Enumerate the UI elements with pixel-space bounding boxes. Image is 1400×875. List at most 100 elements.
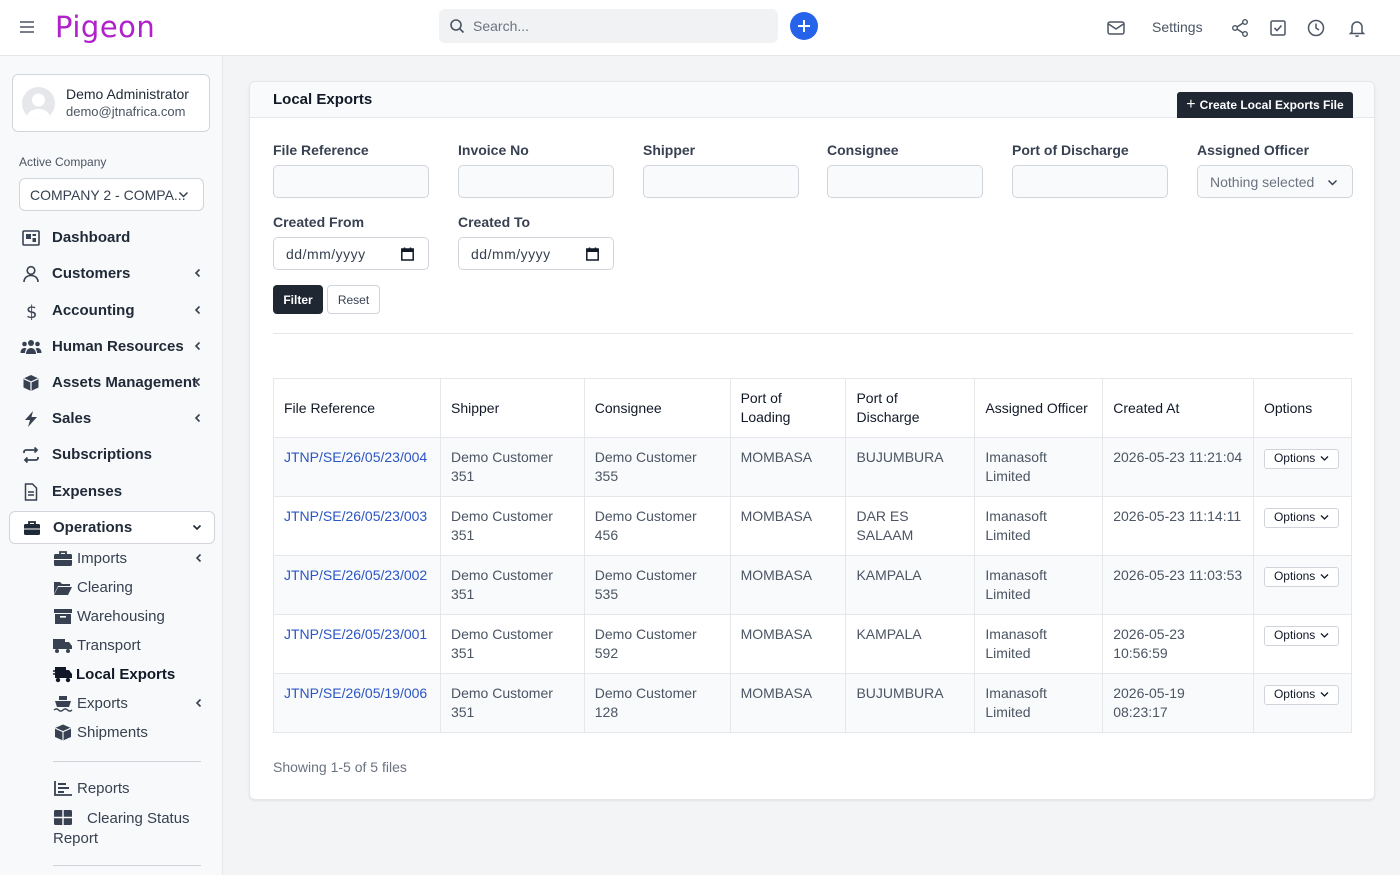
created-from-placeholder: dd/mm/yyyy (286, 246, 366, 262)
settings-link[interactable]: Settings (1152, 19, 1203, 35)
sidebar-item-assets-management[interactable]: Assets Management (9, 366, 215, 399)
shipper-input[interactable] (643, 165, 799, 198)
file-reference-link[interactable]: JTNP/SE/26/05/19/006 (284, 685, 427, 701)
created-from-date-input[interactable]: dd/mm/yyyy (273, 237, 429, 270)
sidebar-item-customers[interactable]: Customers (9, 257, 215, 290)
port-of-loading-cell: MOMBASA (729, 555, 847, 615)
column-header[interactable]: File Reference (273, 378, 441, 438)
quick-add-button[interactable] (790, 12, 818, 40)
sidebar-subitem-label: Clearing (77, 579, 133, 596)
consignee-label: Consignee (827, 142, 899, 158)
sidebar-subitem-label: Imports (77, 550, 128, 567)
reset-button[interactable]: Reset (327, 285, 380, 314)
shipper-cell: Demo Customer 351 (439, 555, 585, 615)
column-header[interactable]: Assigned Officer (974, 378, 1104, 438)
column-header[interactable]: Created At (1102, 378, 1254, 438)
sidebar-item-subscriptions[interactable]: Subscriptions (9, 438, 215, 471)
sidebar-item-human-resources[interactable]: Human Resources (9, 330, 215, 363)
create-local-exports-button[interactable]: + Create Local Exports File (1177, 92, 1353, 118)
sidebar: Demo Administrator demo@jtnafrica.com Ac… (0, 56, 223, 875)
file-reference-link[interactable]: JTNP/SE/26/05/23/001 (284, 626, 427, 642)
port-of-discharge-cell: BUJUMBURA (845, 673, 976, 733)
sidebar-subitem-label: Clearing Status Report (53, 810, 190, 847)
dollar-icon: $ (26, 302, 37, 320)
table-row: JTNP/SE/26/05/23/003 Demo Customer 351 D… (273, 496, 1353, 556)
brand-logo[interactable]: Pigeon (55, 10, 155, 44)
consignee-cell: Demo Customer 456 (583, 496, 731, 556)
options-dropdown-button[interactable]: Options (1263, 566, 1340, 587)
mail-icon[interactable] (1106, 18, 1126, 38)
chevron-left-icon (194, 268, 201, 278)
chevron-left-icon (195, 698, 202, 708)
created-at-cell: 2026-05-19 08:23:17 (1102, 673, 1254, 733)
sidebar-item-dashboard[interactable]: Dashboard (9, 221, 215, 254)
pagination-summary: Showing 1-5 of 5 files (273, 759, 407, 775)
repeat-icon (23, 446, 39, 464)
divider (273, 333, 1353, 334)
options-dropdown-button[interactable]: Options (1263, 625, 1340, 646)
consignee-input[interactable] (827, 165, 983, 198)
assigned-officer-cell: Imanasoft Limited (974, 437, 1104, 497)
sidebar-subitem-label: Exports (77, 695, 128, 712)
created-to-date-input[interactable]: dd/mm/yyyy (458, 237, 614, 270)
file-reference-cell: JTNP/SE/26/05/19/006 (273, 673, 441, 733)
chevron-left-icon (194, 377, 201, 387)
options-dropdown-button[interactable]: Options (1263, 684, 1340, 705)
plus-icon (798, 20, 810, 32)
search-input[interactable] (473, 18, 753, 34)
folder-open-icon (54, 582, 72, 595)
port-of-discharge-input[interactable] (1012, 165, 1168, 198)
shipper-cell: Demo Customer 351 (439, 437, 585, 497)
options-cell: Options (1252, 437, 1353, 497)
chevron-down-icon (1320, 456, 1329, 461)
file-reference-link[interactable]: JTNP/SE/26/05/23/003 (284, 508, 427, 524)
shipper-label: Shipper (643, 142, 696, 158)
clock-icon[interactable] (1306, 18, 1326, 38)
file-reference-link[interactable]: JTNP/SE/26/05/23/002 (284, 567, 427, 583)
calendar-icon[interactable] (586, 247, 599, 261)
created-to-placeholder: dd/mm/yyyy (471, 246, 551, 262)
column-header[interactable]: Shipper (439, 378, 585, 438)
sidebar-item-accounting[interactable]: $ Accounting (9, 294, 215, 327)
chevron-down-icon (1320, 692, 1329, 697)
task-check-icon[interactable] (1268, 18, 1288, 38)
invoice-no-input[interactable] (458, 165, 614, 198)
company-select[interactable]: COMPANY 2 - COMPA... (19, 178, 204, 211)
options-dropdown-button[interactable]: Options (1263, 507, 1340, 528)
calendar-icon[interactable] (401, 247, 414, 261)
file-reference-label: File Reference (273, 142, 369, 158)
assigned-officer-select[interactable]: Nothing selected (1197, 165, 1353, 198)
sidebar-item-operations[interactable]: Operations (9, 511, 215, 544)
share-icon[interactable] (1230, 18, 1250, 38)
file-reference-cell: JTNP/SE/26/05/23/003 (273, 496, 441, 556)
sidebar-item-expenses[interactable]: Expenses (9, 475, 215, 508)
column-header[interactable]: Port of Discharge (845, 378, 976, 438)
svg-text:$: $ (26, 302, 37, 320)
port-of-loading-cell: MOMBASA (729, 437, 847, 497)
menu-icon[interactable] (18, 18, 36, 36)
options-cell: Options (1252, 555, 1353, 615)
options-label: Options (1273, 628, 1316, 642)
filter-button[interactable]: Filter (273, 285, 323, 314)
options-dropdown-button[interactable]: Options (1263, 448, 1340, 469)
profile-email: demo@jtnafrica.com (66, 104, 186, 119)
sidebar-subitem-clearing-status-report[interactable]: Clearing Status Report (53, 806, 203, 850)
users-icon (20, 340, 42, 354)
port-of-discharge-label: Port of Discharge (1012, 142, 1129, 158)
sidebar-item-label: Sales (52, 410, 92, 427)
bell-icon[interactable] (1347, 18, 1367, 38)
file-reference-link[interactable]: JTNP/SE/26/05/23/004 (284, 449, 427, 465)
card-header: Local Exports + Create Local Exports Fil… (250, 82, 1374, 118)
consignee-cell: Demo Customer 535 (583, 555, 731, 615)
sidebar-item-label: Dashboard (52, 229, 131, 246)
chevron-down-icon (178, 191, 189, 198)
profile-card[interactable]: Demo Administrator demo@jtnafrica.com (12, 74, 210, 132)
file-reference-input[interactable] (273, 165, 429, 198)
column-header[interactable]: Consignee (583, 378, 731, 438)
search-box[interactable] (439, 9, 778, 43)
port-of-loading-cell: MOMBASA (729, 673, 847, 733)
sidebar-item-sales[interactable]: Sales (9, 402, 215, 435)
column-header[interactable]: Port of Loading (729, 378, 847, 438)
sidebar-subitem-label: Transport (77, 637, 141, 654)
options-label: Options (1273, 687, 1316, 701)
